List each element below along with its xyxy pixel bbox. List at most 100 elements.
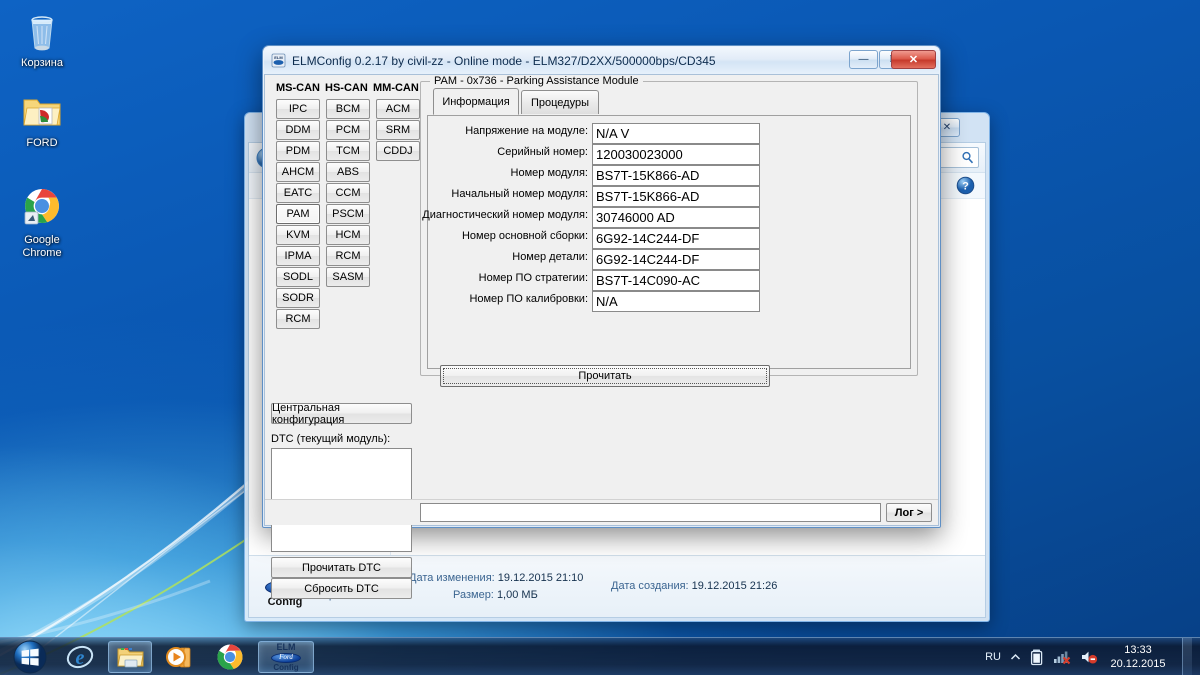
module-button-pam[interactable]: PAM [276,204,320,224]
module-button-kvm[interactable]: KVM [276,225,320,245]
field-value-strategy-sw[interactable]: BS7T-14C090-AC [592,270,760,291]
taskbar-elmconfig[interactable]: ELM Ford Config [258,641,314,673]
field-label: Начальный номер модуля: [451,188,588,200]
field-label: Диагностический номер модуля: [422,209,588,221]
elmconfig-app-icon: ELM [271,53,286,68]
taskbar-internet-explorer[interactable]: e [58,641,102,673]
svg-text:e: e [76,647,85,669]
desktop-icon-google-chrome[interactable]: Google Chrome [4,185,80,260]
tab-procedury[interactable]: Процедуры [521,90,599,114]
clock-date: 20.12.2015 [1110,658,1166,670]
show-hidden-icons-chevron-up-icon[interactable] [1010,653,1021,662]
module-button-ahcm[interactable]: AHCM [276,162,320,182]
module-button-acm[interactable]: ACM [376,99,420,119]
clear-dtc-button[interactable]: Сбросить DTC [271,578,412,599]
taskbar-config-label: Config [273,662,299,672]
field-label: Номер ПО калибровки: [469,293,588,305]
read-button-label: Прочитать [443,368,767,384]
module-button-eatc[interactable]: EATC [276,183,320,203]
clock-time: 13:33 [1124,644,1152,656]
module-button-sodl[interactable]: SODL [276,267,320,287]
created-row: Дата создания: 19.12.2015 21:26 [611,578,777,595]
created-value: 19.12.2015 21:26 [691,580,778,592]
module-groupbox: PAM - 0x736 - Parking Assistance Module … [420,75,918,387]
column-header-mm-can: MM-CAN [373,82,419,94]
module-button-ipc[interactable]: IPC [276,99,320,119]
desktop-icon-label: Google Chrome [22,234,62,259]
field-label: Номер детали: [512,251,588,263]
created-label: Дата создания: [611,580,689,592]
desktop-icon-label: FORD [26,137,58,149]
language-indicator[interactable]: RU [985,651,1001,663]
field-value-calibration-sw[interactable]: N/A [592,291,760,312]
windows-start-icon [13,640,47,674]
module-button-pcm[interactable]: PCM [326,120,370,140]
show-desktop-button[interactable] [1182,638,1192,675]
module-button-bcm[interactable]: BCM [326,99,370,119]
module-button-srm[interactable]: SRM [376,120,420,140]
dtc-label: DTC (текущий модуль): [271,433,391,445]
field-label: Номер основной сборки: [461,230,588,242]
field-value-serial[interactable]: 120030023000 [592,144,760,165]
desktop-icon-ford-folder[interactable]: FORD [4,88,80,150]
field-value-part-number[interactable]: 6G92-14C244-DF [592,249,760,270]
desktop-icon-label: Корзина [21,57,63,69]
field-value-core-assembly[interactable]: 6G92-14C244-DF [592,228,760,249]
field-value-initial-module-number[interactable]: BS7T-15K866-AD [592,186,760,207]
field-value-module-number[interactable]: BS7T-15K866-AD [592,165,760,186]
read-button[interactable]: Прочитать [440,365,770,387]
module-button-rcm-ms[interactable]: RCM [276,309,320,329]
clock[interactable]: 13:33 20.12.2015 [1107,643,1169,671]
module-button-abs[interactable]: ABS [326,162,370,182]
tab-informaciya[interactable]: Информация [433,88,519,115]
module-button-pdm[interactable]: PDM [276,141,320,161]
column-header-hs-can: HS-CAN [325,82,368,94]
tab-page-informaciya: Напряжение на модуле: N/A V Серийный ном… [422,115,911,387]
module-button-tcm[interactable]: TCM [326,141,370,161]
elmconfig-client-area: MS-CAN IPC DDM PDM AHCM EATC PAM KVM IPM… [264,74,939,599]
battery-icon[interactable] [1030,648,1044,666]
module-button-rcm-hs[interactable]: RCM [326,246,370,266]
module-button-pscm[interactable]: PSCM [326,204,370,224]
log-button[interactable]: Лог > [886,503,932,522]
volume-muted-icon[interactable] [1080,649,1098,665]
folder-icon [19,88,65,134]
field-label: Серийный номер: [497,146,588,158]
taskbar-ford-oval-icon: Ford [271,652,301,663]
svg-text:ELM: ELM [274,55,283,60]
module-button-sasm[interactable]: SASM [326,267,370,287]
field-label: Номер ПО стратегии: [478,272,588,284]
taskbar-google-chrome[interactable] [208,641,252,673]
module-button-ddm[interactable]: DDM [276,120,320,140]
elmconfig-statusbar: Лог > [265,499,938,525]
module-button-hcm[interactable]: HCM [326,225,370,245]
desktop: Корзина FORD Google Chrome ✕ ? Config Да… [0,0,1200,675]
elmconfig-titlebar[interactable]: ELM ELMConfig 0.2.17 by civil-zz - Onlin… [264,47,939,74]
help-icon[interactable]: ? [956,176,975,195]
elmconfig-window[interactable]: ELM ELMConfig 0.2.17 by civil-zz - Onlin… [262,45,941,599]
desktop-icon-recycle-bin[interactable]: Корзина [4,8,80,70]
network-icon[interactable] [1053,649,1071,665]
recycle-bin-icon [19,8,65,54]
minimize-button[interactable]: — [849,50,878,69]
field-label: Номер модуля: [510,167,588,179]
search-icon [962,151,974,164]
module-button-ccm[interactable]: CCM [326,183,370,203]
module-button-ipma[interactable]: IPMA [276,246,320,266]
taskbar-media-player[interactable] [158,641,202,673]
close-button[interactable]: ✕ [891,50,936,69]
read-dtc-button[interactable]: Прочитать DTC [271,557,412,578]
size-row: Размер: 1,00 МБ [409,587,601,604]
status-input[interactable] [420,503,881,522]
central-config-button[interactable]: Центральная конфигурация [271,402,412,426]
chrome-icon [217,644,243,670]
taskbar-windows-explorer[interactable] [108,641,152,673]
internet-explorer-icon: e [66,645,94,669]
modified-value: 19.12.2015 21:10 [497,571,584,584]
field-value-voltage[interactable]: N/A V [592,123,760,144]
module-button-cddj[interactable]: CDDJ [376,141,420,161]
file-dates-block: Дата изменения: 19.12.2015 21:10 Размер:… [409,570,601,604]
field-value-diagnostic-number[interactable]: 30746000 AD [592,207,760,228]
start-button[interactable] [5,639,55,675]
module-button-sodr[interactable]: SODR [276,288,320,308]
